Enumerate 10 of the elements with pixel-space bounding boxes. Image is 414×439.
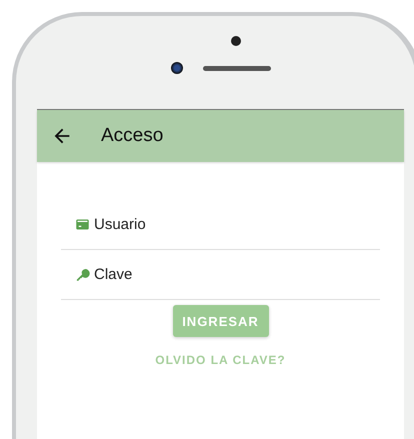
app-bar-title: Acceso <box>101 125 164 147</box>
camera-icon <box>170 62 182 74</box>
speaker-icon <box>202 66 270 70</box>
input-field[interactable]: Usuario <box>94 216 380 233</box>
submit-button[interactable]: INGRESAR <box>172 305 268 337</box>
card-icon <box>75 217 90 232</box>
key-icon <box>75 267 90 282</box>
forgot-password-link[interactable]: OLVIDO LA CLAVE? <box>155 353 286 367</box>
input-field[interactable]: Clave <box>94 266 380 283</box>
sensor-icon <box>230 36 240 46</box>
